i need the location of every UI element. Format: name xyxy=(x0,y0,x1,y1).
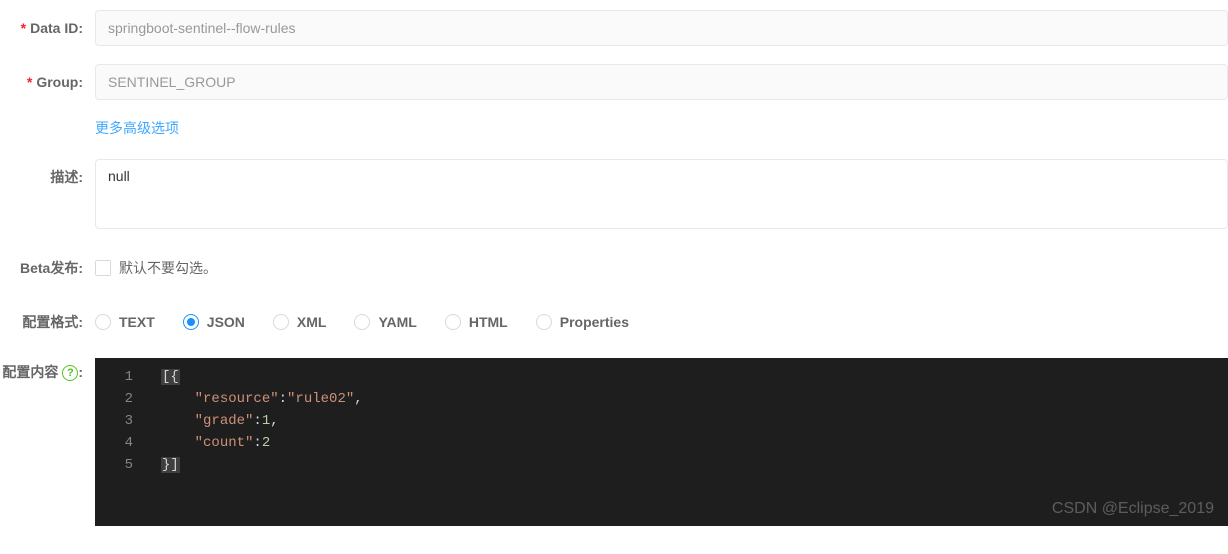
radio-circle-icon xyxy=(445,314,461,330)
watermark-text: CSDN @Eclipse_2019 xyxy=(1052,500,1214,518)
radio-circle-icon xyxy=(95,314,111,330)
line-number-gutter: 1 2 3 4 5 xyxy=(95,358,149,506)
help-icon[interactable]: ? xyxy=(62,365,78,381)
format-radio-html[interactable]: HTML xyxy=(445,304,508,340)
group-input-wrap xyxy=(95,64,1228,100)
format-radio-properties-label: Properties xyxy=(560,304,629,340)
beta-wrap: 默认不要勾选。 xyxy=(95,250,1228,286)
group-input[interactable] xyxy=(95,64,1228,100)
radio-circle-icon xyxy=(183,314,199,330)
format-wrap: TEXT JSON XML YAML HTML P xyxy=(95,304,1228,340)
format-radio-xml[interactable]: XML xyxy=(273,304,327,340)
content-row: 配置内容?: 1 2 3 4 5 [{ "resource":"rule02",… xyxy=(0,358,1228,526)
beta-checkbox-wrap: 默认不要勾选。 xyxy=(95,250,1228,286)
format-radio-json-label: JSON xyxy=(207,304,245,340)
format-radio-json[interactable]: JSON xyxy=(183,304,245,340)
format-label: 配置格式: xyxy=(0,304,95,340)
description-wrap: null xyxy=(95,159,1228,232)
content-label: 配置内容?: xyxy=(0,358,95,382)
data-id-input-wrap xyxy=(95,10,1228,46)
format-radio-yaml[interactable]: YAML xyxy=(354,304,416,340)
beta-checkbox-label: 默认不要勾选。 xyxy=(119,250,217,286)
data-id-input[interactable] xyxy=(95,10,1228,46)
line-number: 4 xyxy=(95,432,149,454)
beta-row: Beta发布: 默认不要勾选。 xyxy=(0,250,1228,286)
format-radio-yaml-label: YAML xyxy=(378,304,416,340)
line-number: 3 xyxy=(95,410,149,432)
code-line: "grade":1, xyxy=(161,410,1228,432)
radio-circle-icon xyxy=(536,314,552,330)
format-radio-xml-label: XML xyxy=(297,304,327,340)
format-radio-properties[interactable]: Properties xyxy=(536,304,629,340)
group-label: *Group: xyxy=(0,64,95,100)
description-textarea[interactable]: null xyxy=(95,159,1228,229)
content-wrap: 1 2 3 4 5 [{ "resource":"rule02", "grade… xyxy=(95,358,1228,526)
beta-checkbox[interactable] xyxy=(95,260,111,276)
format-radio-text-label: TEXT xyxy=(119,304,155,340)
code-line: [{ xyxy=(161,366,1228,388)
group-row: *Group: xyxy=(0,64,1228,100)
code-line: }] xyxy=(161,454,1228,476)
data-id-label: *Data ID: xyxy=(0,10,95,46)
format-radio-text[interactable]: TEXT xyxy=(95,304,155,340)
code-line: "resource":"rule02", xyxy=(161,388,1228,410)
code-editor[interactable]: 1 2 3 4 5 [{ "resource":"rule02", "grade… xyxy=(95,358,1228,526)
advanced-row: 更多高级选项 xyxy=(0,118,1228,139)
description-row: 描述: null xyxy=(0,159,1228,232)
code-content[interactable]: [{ "resource":"rule02", "grade":1, "coun… xyxy=(149,358,1228,506)
radio-dot-icon xyxy=(187,318,195,326)
format-radio-html-label: HTML xyxy=(469,304,508,340)
radio-circle-icon xyxy=(273,314,289,330)
line-number: 2 xyxy=(95,388,149,410)
advanced-options-link[interactable]: 更多高级选项 xyxy=(95,118,179,139)
advanced-wrap: 更多高级选项 xyxy=(95,118,1228,139)
code-line: "count":2 xyxy=(161,432,1228,454)
beta-label: Beta发布: xyxy=(0,250,95,286)
description-label: 描述: xyxy=(0,159,95,195)
data-id-row: *Data ID: xyxy=(0,10,1228,46)
format-radio-group: TEXT JSON XML YAML HTML P xyxy=(95,304,1228,340)
required-asterisk: * xyxy=(21,20,26,36)
line-number: 5 xyxy=(95,454,149,476)
required-asterisk: * xyxy=(27,74,32,90)
line-number: 1 xyxy=(95,366,149,388)
radio-circle-icon xyxy=(354,314,370,330)
format-row: 配置格式: TEXT JSON XML YAML xyxy=(0,304,1228,340)
